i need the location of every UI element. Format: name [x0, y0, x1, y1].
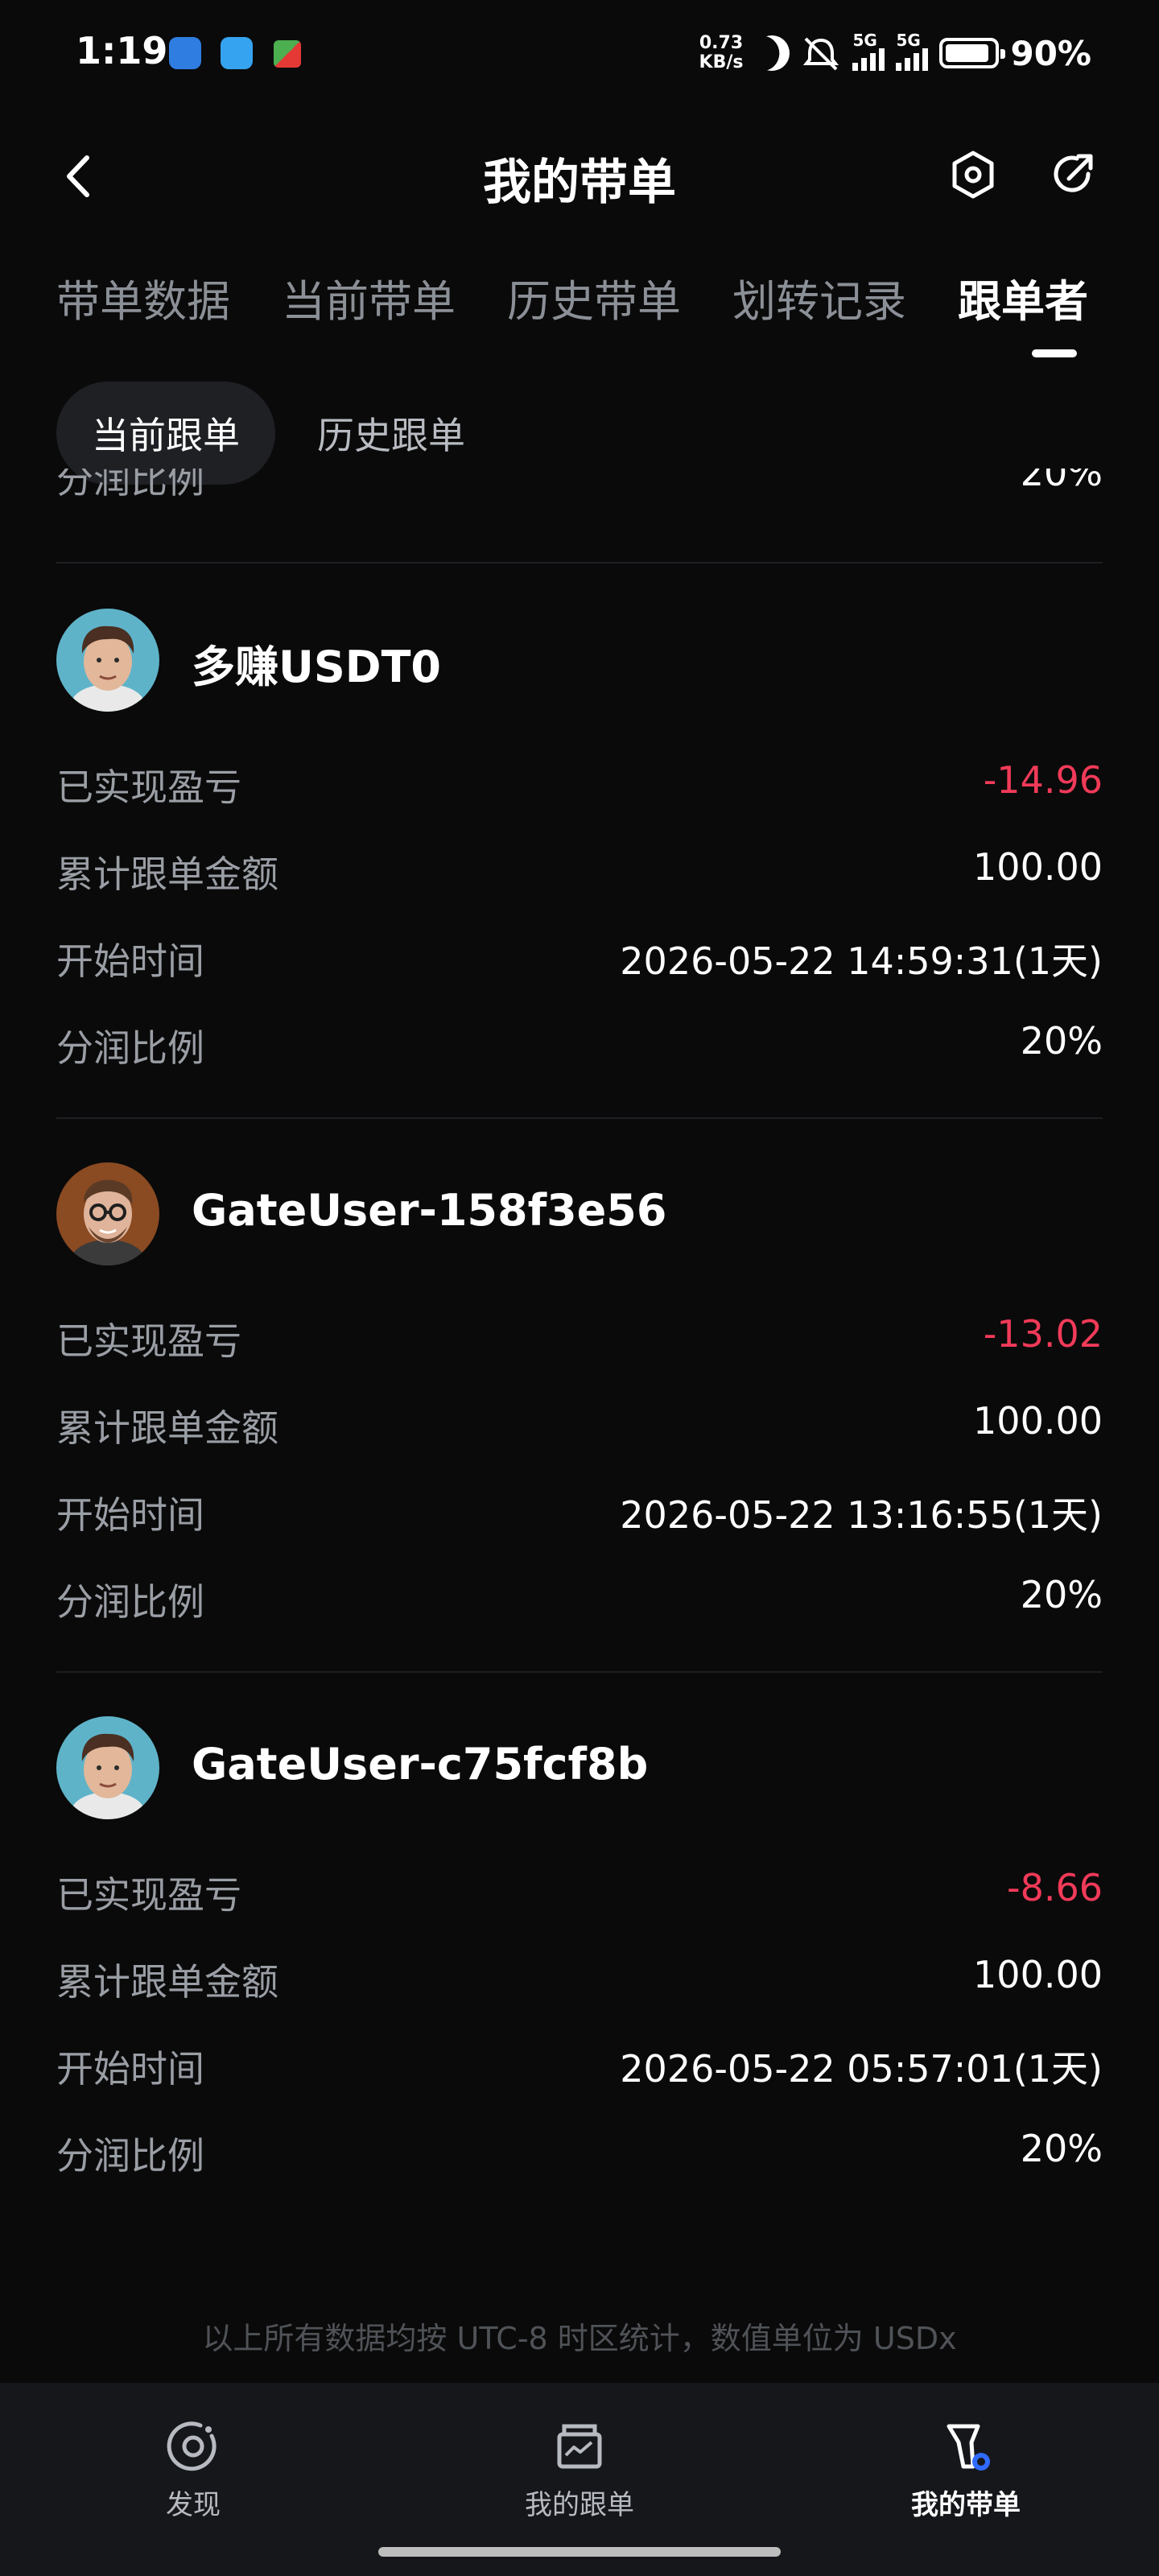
screen: 1:19 0.73 KB/s 5G 5G 90% 我的带单 带单数据 当前带单 …: [0, 0, 1159, 2576]
row-label: 分润比例: [56, 1026, 204, 1070]
profit-share-value: 20%: [1020, 1019, 1103, 1063]
nav-label: 发现: [166, 2489, 221, 2521]
network-speed-unit: KB/s: [699, 52, 744, 72]
discover-icon: [167, 2421, 217, 2471]
row-label: 分润比例: [56, 2134, 204, 2178]
tab-lead-data[interactable]: 带单数据: [56, 266, 230, 329]
profit-share-value: 20%: [1020, 2127, 1103, 2170]
signal-type: 5G: [896, 31, 921, 50]
follow-amount-value: 100.00: [973, 845, 1103, 889]
nav-discover[interactable]: 发现: [80, 2418, 306, 2522]
row-label: 累计跟单金额: [56, 1406, 278, 1450]
app-notification-icon: [221, 37, 253, 69]
network-speed-value: 0.73: [699, 33, 744, 53]
tab-followers[interactable]: 跟单者: [958, 266, 1088, 329]
profit-share-value: 20%: [1020, 1573, 1103, 1616]
muted-bell-icon: [803, 37, 839, 71]
share-icon[interactable]: [1048, 150, 1098, 200]
app-notification-icon: [274, 40, 301, 68]
avatar: [56, 1162, 159, 1265]
amount-row: 累计跟单金额 100.00: [56, 1945, 1103, 2009]
tab-transfer-records[interactable]: 划转记录: [732, 266, 906, 329]
amount-row: 累计跟单金额 100.00: [56, 1391, 1103, 1455]
row-label: 分润比例: [56, 1580, 204, 1624]
tab-current-lead[interactable]: 当前带单: [282, 266, 456, 329]
row-label: 开始时间: [56, 1493, 204, 1537]
network-speed: 0.73 KB/s: [699, 34, 744, 72]
follower-card[interactable]: GateUser-158f3e56 已实现盈亏 -13.02 累计跟单金额 10…: [56, 1162, 1103, 1678]
row-label: 已实现盈亏: [56, 1319, 241, 1363]
settings-hex-icon[interactable]: [948, 150, 998, 200]
follower-name: GateUser-c75fcf8b: [192, 1739, 649, 1790]
battery-percent: 90%: [1010, 33, 1091, 73]
active-tab-indicator: [1032, 349, 1077, 357]
nav-my-copy[interactable]: 我的跟单: [467, 2418, 692, 2522]
divider: [56, 562, 1103, 564]
avatar: [56, 609, 159, 712]
follower-name: GateUser-158f3e56: [192, 1185, 667, 1236]
signal-type: 5G: [852, 31, 877, 50]
app-notification-icon: [169, 37, 201, 69]
app-header: 我的带单: [0, 129, 1159, 225]
pnl-row: 已实现盈亏 -13.02: [56, 1304, 1103, 1368]
follower-name: 多赚USDT0: [192, 642, 441, 692]
row-value: 20%: [1020, 451, 1103, 494]
row-label: 累计跟单金额: [56, 1960, 278, 2004]
status-time: 1:19: [76, 29, 168, 72]
realized-pnl-value: -14.96: [983, 758, 1103, 802]
do-not-disturb-icon: [749, 31, 794, 76]
start-time-row: 开始时间 2026-05-22 05:57:01(1天): [56, 2032, 1103, 2096]
nav-my-lead[interactable]: 我的带单: [853, 2418, 1079, 2522]
realized-pnl-value: -8.66: [1006, 1866, 1103, 1909]
tab-history-lead[interactable]: 历史带单: [507, 266, 681, 329]
signal-strength-icon: 5G: [896, 31, 929, 71]
row-label: 开始时间: [56, 2047, 204, 2091]
start-time-value: 2026-05-22 05:57:01(1天): [620, 2047, 1103, 2091]
start-time-value: 2026-05-22 13:16:55(1天): [620, 1493, 1103, 1537]
row-label: 开始时间: [56, 939, 204, 983]
nav-label: 我的带单: [911, 2489, 1021, 2521]
start-time-row: 开始时间 2026-05-22 14:59:31(1天): [56, 924, 1103, 989]
follow-amount-value: 100.00: [973, 1399, 1103, 1443]
profit-share-row: 分润比例 20%: [56, 2119, 1103, 2183]
start-time-value: 2026-05-22 14:59:31(1天): [620, 939, 1103, 983]
divider: [56, 1671, 1103, 1673]
status-indicators: 0.73 KB/s 5G 5G 90%: [699, 27, 1091, 79]
profit-share-row: 分润比例 20%: [56, 1565, 1103, 1629]
status-bar: 1:19 0.73 KB/s 5G 5G 90%: [0, 0, 1159, 105]
battery-icon: [939, 38, 1006, 68]
row-label: 累计跟单金额: [56, 852, 278, 896]
start-time-row: 开始时间 2026-05-22 13:16:55(1天): [56, 1478, 1103, 1542]
my-copy-icon: [557, 2424, 602, 2469]
pnl-row: 已实现盈亏 -14.96: [56, 750, 1103, 815]
timezone-note: 以上所有数据均按 UTC-8 时区统计，数值单位为 USDx: [202, 2321, 957, 2356]
follow-amount-value: 100.00: [973, 1953, 1103, 1996]
avatar: [56, 1716, 159, 1819]
amount-row: 累计跟单金额 100.00: [56, 837, 1103, 902]
profit-share-row: 分润比例 20%: [56, 1011, 1103, 1075]
realized-pnl-value: -13.02: [983, 1312, 1103, 1356]
pnl-row: 已实现盈亏 -8.66: [56, 1858, 1103, 1922]
row-label: 已实现盈亏: [56, 1873, 241, 1917]
home-indicator[interactable]: [378, 2547, 781, 2557]
my-lead-icon: [947, 2424, 990, 2471]
follower-card[interactable]: 多赚USDT0 已实现盈亏 -14.96 累计跟单金额 100.00 开始时间 …: [56, 609, 1103, 1124]
battery-fill: [946, 44, 988, 62]
signal-strength-icon: 5G: [852, 31, 885, 71]
follower-card[interactable]: GateUser-c75fcf8b 已实现盈亏 -8.66 累计跟单金额 100…: [56, 1716, 1103, 2231]
divider: [56, 1117, 1103, 1119]
nav-label: 我的跟单: [525, 2489, 634, 2521]
row-label: 已实现盈亏: [56, 766, 241, 809]
